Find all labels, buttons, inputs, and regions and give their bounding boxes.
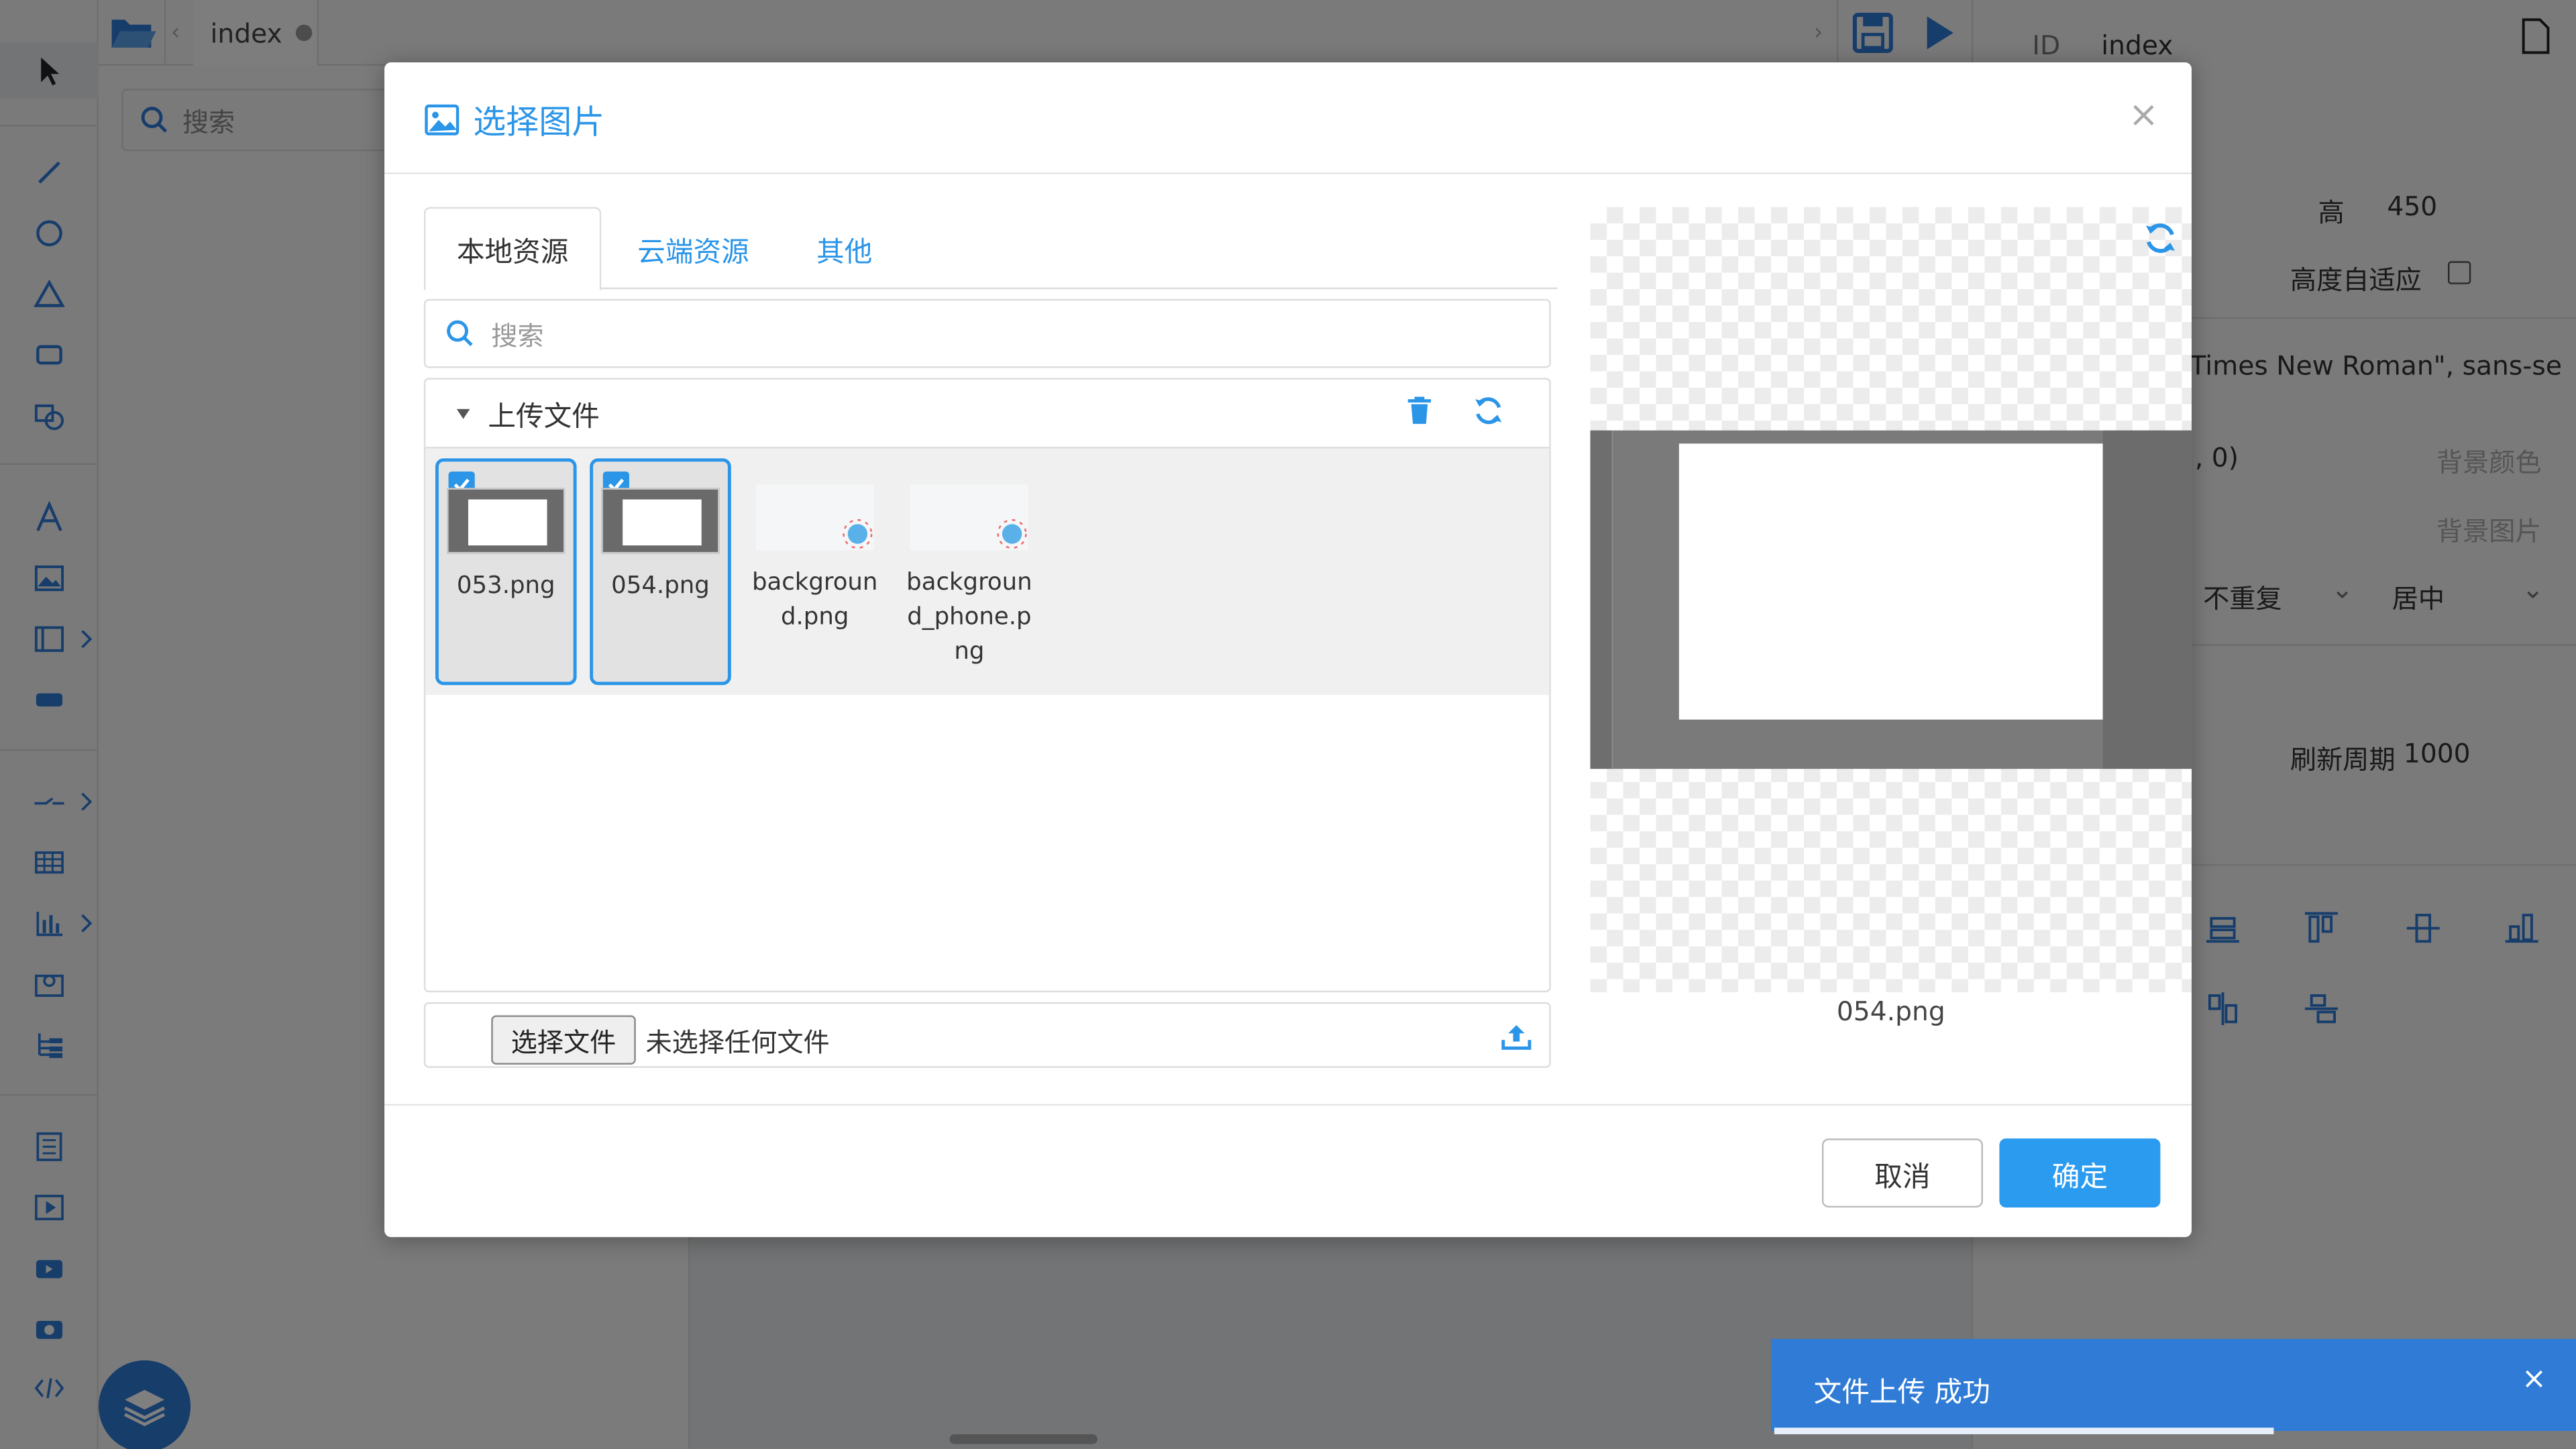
dialog-close-button[interactable]: ×	[2129, 95, 2159, 136]
caret-down-icon[interactable]	[455, 405, 471, 421]
file-item[interactable]: background_phone.png	[899, 458, 1040, 685]
file-item[interactable]: 053.png	[435, 458, 577, 686]
image-icon	[425, 103, 460, 135]
file-item[interactable]: 054.png	[590, 458, 731, 686]
no-file-text: 未选择任何文件	[645, 1026, 830, 1059]
file-item[interactable]: background.png	[744, 458, 885, 685]
choose-file-button[interactable]: 选择文件	[491, 1015, 636, 1065]
refresh-icon[interactable]	[2142, 220, 2178, 256]
file-browser: 上传文件 053.png 054.png background.png back…	[423, 378, 1551, 993]
tab-other[interactable]: 其他	[786, 207, 904, 289]
dialog-title: 选择图片	[473, 101, 605, 142]
app-root: ‹ index › 搜索 ID index 高 450 高度自适应 Times …	[0, 0, 2576, 1449]
refresh-icon[interactable]	[1470, 392, 1507, 429]
file-grid: 053.png 054.png background.png backgroun…	[425, 448, 1550, 695]
cancel-button[interactable]: 取消	[1821, 1138, 1983, 1208]
upload-icon[interactable]	[1500, 1020, 1533, 1053]
resource-tabs: 本地资源 云端资源 其他	[423, 207, 1558, 291]
toast-close-button[interactable]: ×	[2522, 1362, 2546, 1396]
folder-label: 上传文件	[488, 400, 600, 434]
globe-icon	[843, 519, 873, 549]
confirm-button[interactable]: 确定	[1999, 1138, 2161, 1208]
image-search-placeholder: 搜索	[491, 320, 544, 352]
tab-local-resources[interactable]: 本地资源	[423, 207, 602, 291]
upload-success-toast: 文件上传 成功 ×	[1771, 1338, 2576, 1434]
preview-image	[1590, 430, 2192, 769]
toast-progress-bar	[1774, 1428, 2273, 1434]
file-thumbnail	[910, 484, 1029, 551]
globe-icon	[997, 519, 1027, 549]
folder-header[interactable]: 上传文件	[425, 380, 1550, 449]
trash-icon[interactable]	[1401, 392, 1438, 429]
file-thumbnail	[601, 488, 720, 554]
image-search-input[interactable]: 搜索	[423, 299, 1551, 368]
image-preview	[1590, 207, 2192, 993]
upload-row: 选择文件 未选择任何文件	[423, 1002, 1551, 1068]
file-name: background.png	[751, 570, 878, 631]
preview-file-name: 054.png	[1836, 996, 1945, 1027]
file-thumbnail	[447, 488, 566, 554]
file-thumbnail	[755, 484, 874, 551]
tab-cloud-resources[interactable]: 云端资源	[604, 207, 782, 289]
search-icon	[447, 320, 473, 347]
dialog-header: 选择图片 ×	[384, 62, 2192, 174]
toast-message: 文件上传 成功	[1813, 1377, 1990, 1410]
file-name: background_phone.png	[906, 570, 1032, 665]
select-image-dialog: 选择图片 × 本地资源 云端资源 其他 搜索 上传文件 053.png 054.…	[384, 62, 2192, 1238]
file-name: 053.png	[456, 573, 555, 600]
file-name: 054.png	[611, 573, 710, 600]
